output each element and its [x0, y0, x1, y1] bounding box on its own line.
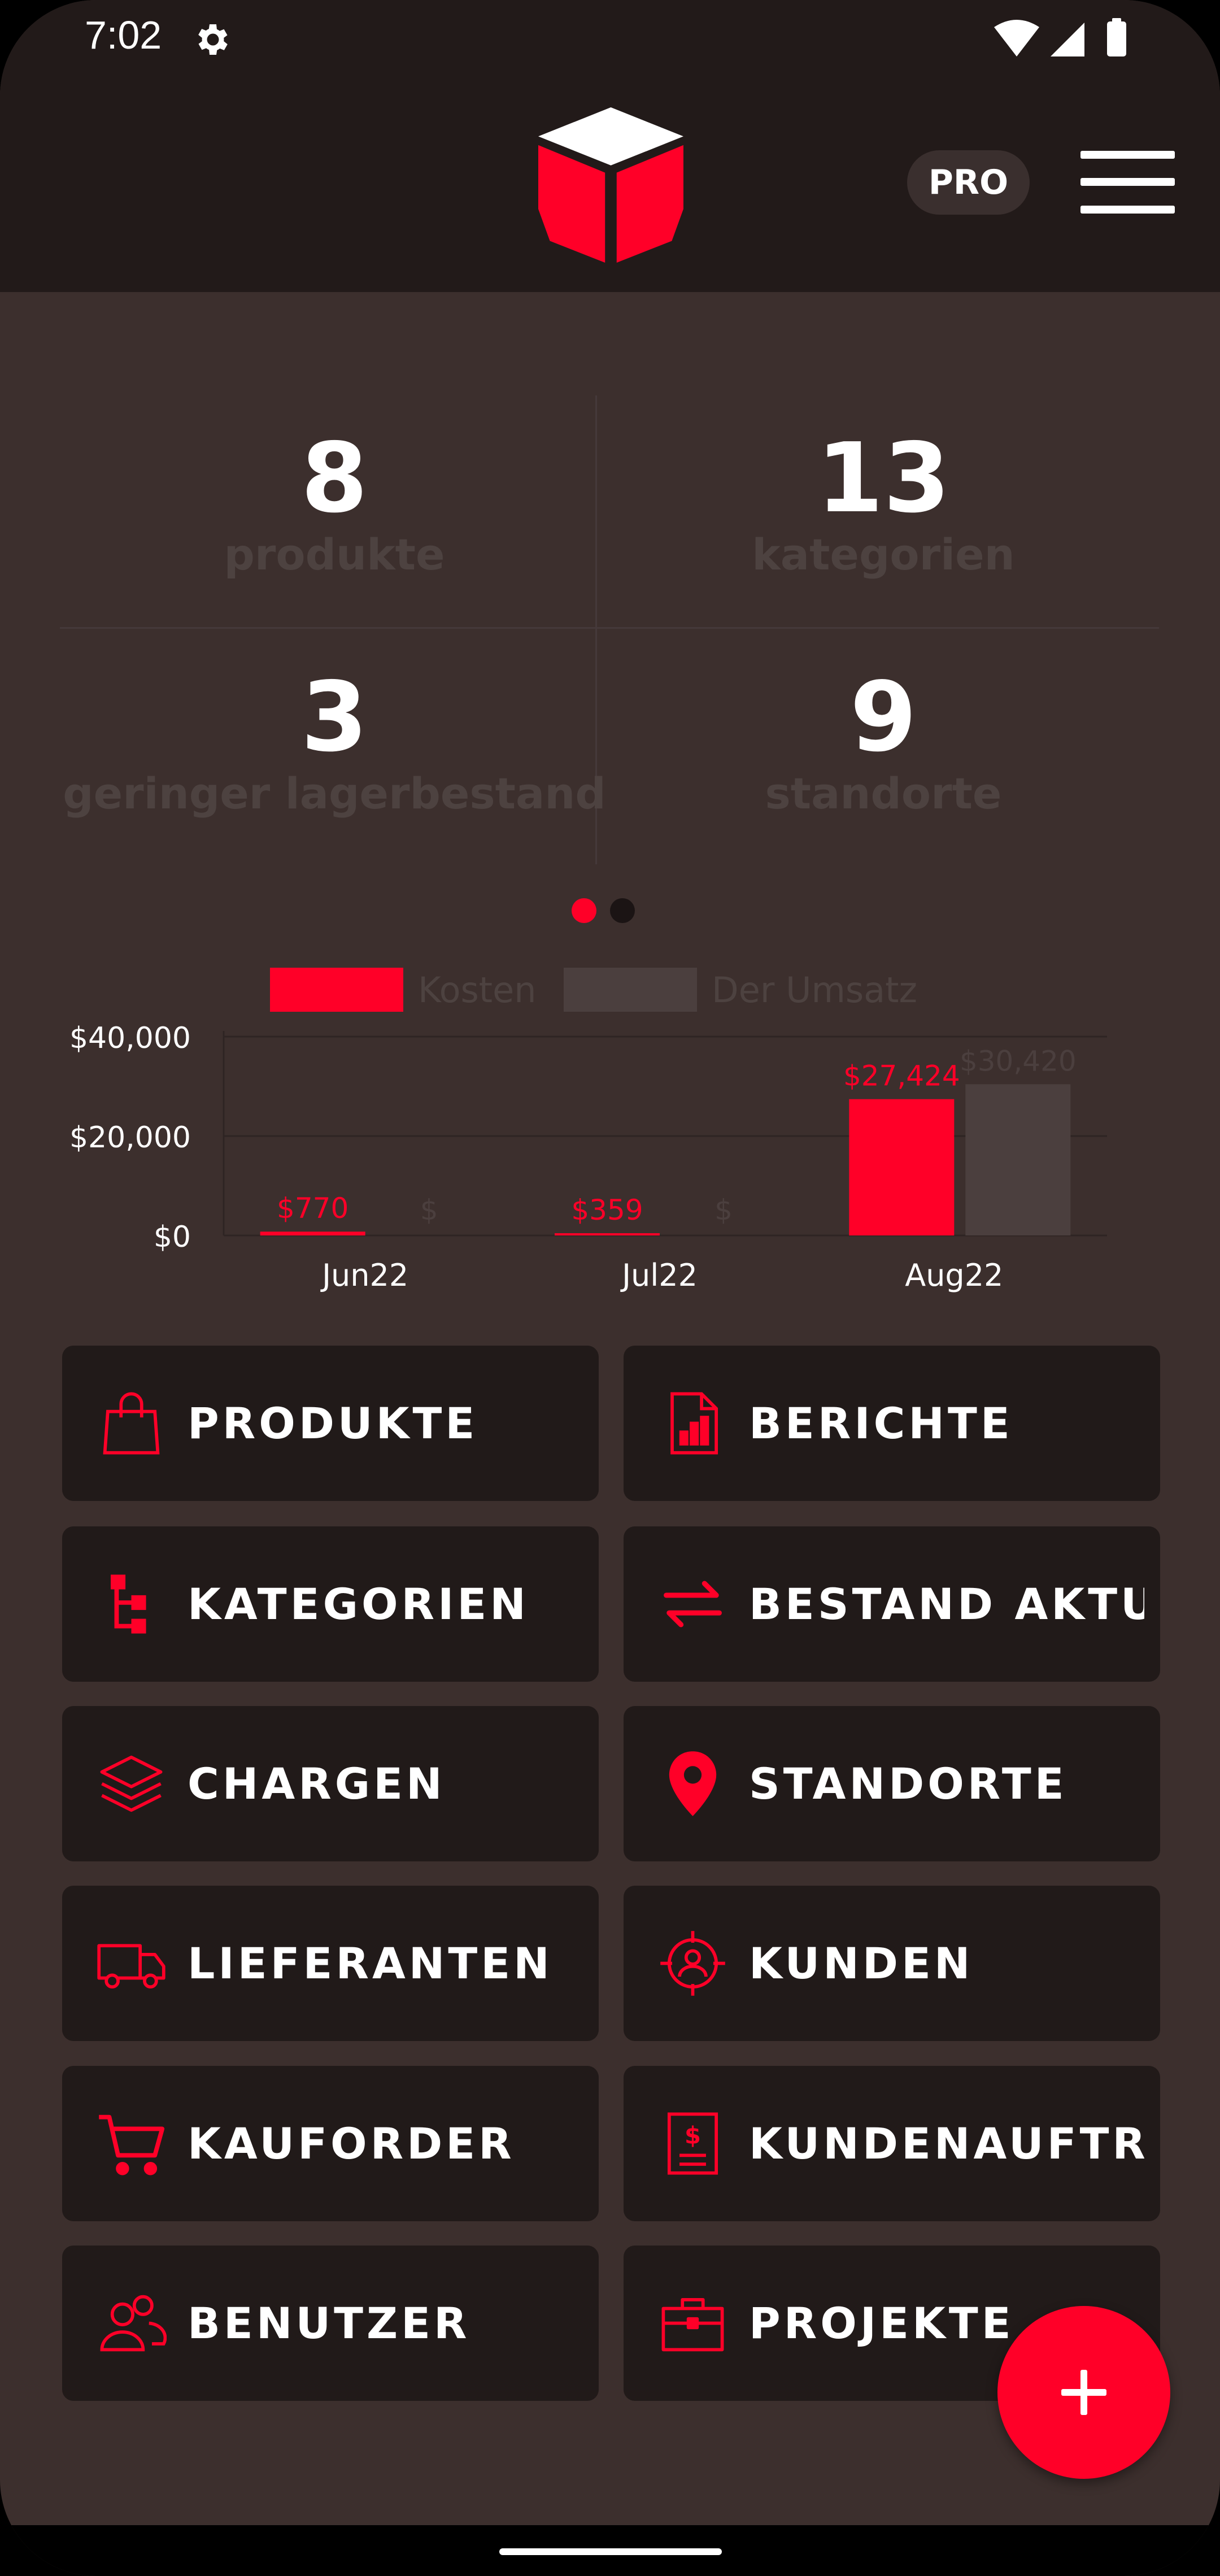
y-tick-label: $40,000 — [69, 1021, 191, 1055]
tile-label: KAUFORDER — [188, 2118, 515, 2169]
location-pin-icon — [669, 1751, 717, 1816]
tile-label: LIEFERANTEN — [188, 1938, 553, 1988]
data-label: $27,424 — [843, 1060, 960, 1093]
tile-kategorien[interactable]: KATEGORIEN — [62, 1526, 599, 1682]
swap-arrows-icon — [664, 1581, 722, 1628]
stat-value: 8 — [300, 423, 368, 534]
stat-label: produkte — [224, 529, 445, 580]
tile-label: KUNDEN — [749, 1938, 974, 1988]
y-tick-label: $20,000 — [69, 1121, 191, 1155]
pager-dot[interactable] — [610, 898, 635, 923]
tile-produkte[interactable]: PRODUKTE — [62, 1346, 599, 1501]
status-time: 7:02 — [85, 13, 162, 57]
report-icon — [670, 1392, 718, 1455]
x-tick-label: Aug22 — [905, 1257, 1003, 1293]
tile-lieferanten[interactable]: LIEFERANTEN — [62, 1886, 599, 2041]
tile-kunden[interactable]: KUNDEN — [624, 1886, 1160, 2041]
bar-kosten — [555, 1233, 660, 1235]
users-icon — [100, 2295, 167, 2352]
shopping-bag-icon — [103, 1392, 160, 1455]
add-fab-button[interactable] — [997, 2306, 1170, 2479]
tile-label: STANDORTE — [749, 1759, 1068, 1809]
stats-divider-horizontal — [60, 627, 1159, 629]
hierarchy-icon — [111, 1574, 146, 1634]
data-label: $ — [714, 1194, 733, 1226]
status-icons — [994, 18, 1126, 56]
plus-icon-v — [1080, 2370, 1087, 2415]
app-logo-cube-icon — [538, 107, 683, 263]
legend-swatch — [564, 968, 697, 1012]
tile-label: PRODUKTE — [188, 1398, 478, 1448]
home-gesture-bar[interactable] — [499, 2548, 722, 2555]
settings-gear-icon — [198, 24, 228, 55]
tile-label: BESTAND AKTUALISIEREN — [749, 1579, 1144, 1629]
stat-low-stock[interactable]: 3 geringer lagerbestand — [58, 667, 611, 819]
invoice-icon: $ — [667, 2112, 718, 2175]
tile-standorte[interactable]: STANDORTE — [624, 1706, 1160, 1861]
data-label: $359 — [571, 1194, 643, 1226]
tile-kundenauftraege[interactable]: $ KUNDENAUFTRÄGE — [624, 2066, 1160, 2221]
tile-label: BENUTZER — [188, 2298, 470, 2348]
bar-der-umsatz — [965, 1084, 1071, 1235]
pro-badge-button[interactable]: PRO — [907, 150, 1030, 215]
briefcase-icon — [661, 2297, 724, 2352]
bar-kosten — [260, 1232, 365, 1235]
data-label: $30,420 — [960, 1045, 1077, 1077]
stat-products[interactable]: 8 produkte — [58, 428, 611, 580]
cost-revenue-bar-chart: Kosten Der Umsatz $0 $20,000 $40,000 $770 $ Jun… — [69, 968, 1107, 1293]
tile-label: BERICHTE — [749, 1398, 1013, 1448]
battery-icon — [1107, 21, 1126, 56]
stat-label: standorte — [765, 768, 1002, 819]
tile-chargen[interactable]: CHARGEN — [62, 1706, 599, 1861]
stat-label: geringer lagerbestand — [63, 768, 606, 819]
signal-icon — [1051, 23, 1084, 56]
tile-benutzer[interactable]: BENUTZER — [62, 2246, 599, 2401]
customer-target-icon — [660, 1931, 725, 1996]
app-screen: 7:02 PRO 8 produkte 13 kategorien 3 geri… — [0, 0, 1220, 2576]
tile-label: KATEGORIEN — [188, 1579, 529, 1629]
tile-kauforder[interactable]: KAUFORDER — [62, 2066, 599, 2221]
tile-label: KUNDENAUFTRÄGE — [749, 2118, 1144, 2169]
tile-berichte[interactable]: BERICHTE — [624, 1346, 1160, 1501]
svg-text:$: $ — [685, 2122, 701, 2149]
x-tick-label: Jul22 — [620, 1257, 698, 1293]
x-tick-label: Jun22 — [320, 1257, 408, 1293]
y-tick-label: $0 — [154, 1220, 191, 1254]
tile-label: CHARGEN — [188, 1759, 446, 1809]
data-label: $770 — [277, 1192, 348, 1225]
pager-dot-active[interactable] — [572, 898, 596, 923]
stat-locations[interactable]: 9 standorte — [607, 667, 1160, 819]
stat-categories[interactable]: 13 kategorien — [607, 428, 1160, 580]
layers-icon — [100, 1755, 163, 1812]
cart-icon — [99, 2114, 165, 2175]
top-app-bar: 7:02 PRO — [0, 0, 1220, 292]
data-label: $ — [420, 1194, 438, 1226]
bar-kosten — [849, 1099, 955, 1235]
wifi-icon — [994, 20, 1039, 56]
legend-label: Der Umsatz — [712, 969, 917, 1011]
legend-swatch — [270, 968, 403, 1012]
tile-bestand-aktualisieren[interactable]: BESTAND AKTUALISIEREN — [624, 1526, 1160, 1682]
stat-value: 9 — [849, 662, 917, 773]
stat-label: kategorien — [752, 529, 1015, 580]
truck-icon — [97, 1944, 165, 1989]
legend-label: Kosten — [418, 969, 537, 1011]
stat-value: 3 — [300, 662, 368, 773]
stat-value: 13 — [816, 423, 951, 534]
hamburger-menu-icon[interactable] — [1080, 151, 1175, 214]
